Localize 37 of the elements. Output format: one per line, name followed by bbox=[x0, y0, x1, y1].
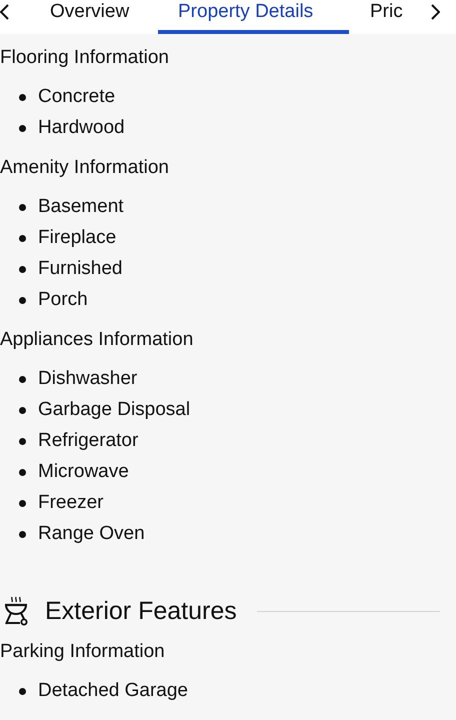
bullet-icon bbox=[19, 500, 26, 507]
section-title: Exterior Features bbox=[45, 596, 237, 627]
list-item: Garbage Disposal bbox=[38, 398, 190, 422]
bullet-icon bbox=[19, 204, 26, 211]
bullet-icon bbox=[19, 125, 26, 132]
tab[interactable]: Overview bbox=[50, 0, 130, 24]
bullet-icon bbox=[19, 531, 26, 538]
list-item: Furnished bbox=[38, 257, 122, 282]
bullet-icon bbox=[19, 266, 26, 273]
group-heading: Parking Information bbox=[0, 640, 166, 664]
chevron-left-icon[interactable] bbox=[0, 4, 9, 20]
list-item: Hardwood bbox=[38, 116, 125, 140]
list-item: Microwave bbox=[38, 460, 129, 484]
list-item: Porch bbox=[38, 288, 88, 312]
list-item: Detached Garage bbox=[38, 679, 188, 704]
bullet-icon bbox=[19, 469, 26, 476]
group-heading: Flooring Information bbox=[0, 46, 170, 70]
bullet-icon bbox=[19, 376, 26, 383]
bullet-icon bbox=[19, 438, 26, 445]
list-item: Dishwasher bbox=[38, 367, 138, 392]
list-item: Concrete bbox=[38, 85, 116, 110]
list-item: Freezer bbox=[38, 491, 104, 516]
list-item: Basement bbox=[38, 195, 124, 220]
bullet-icon bbox=[19, 407, 26, 414]
bullet-icon bbox=[19, 688, 26, 695]
bullet-icon bbox=[19, 94, 26, 101]
group-heading: Appliances Information bbox=[0, 328, 194, 352]
list-item: Fireplace bbox=[38, 226, 116, 250]
tab[interactable]: Property Details bbox=[178, 0, 314, 24]
list-item: Range Oven bbox=[38, 522, 145, 546]
grill-icon bbox=[3, 596, 29, 626]
group-heading: Amenity Information bbox=[0, 156, 170, 180]
tab[interactable]: Pric bbox=[370, 0, 403, 24]
bullet-icon bbox=[19, 297, 26, 304]
list-item: Refrigerator bbox=[38, 429, 138, 454]
bullet-icon bbox=[19, 235, 26, 242]
chevron-right-icon[interactable] bbox=[431, 4, 440, 20]
